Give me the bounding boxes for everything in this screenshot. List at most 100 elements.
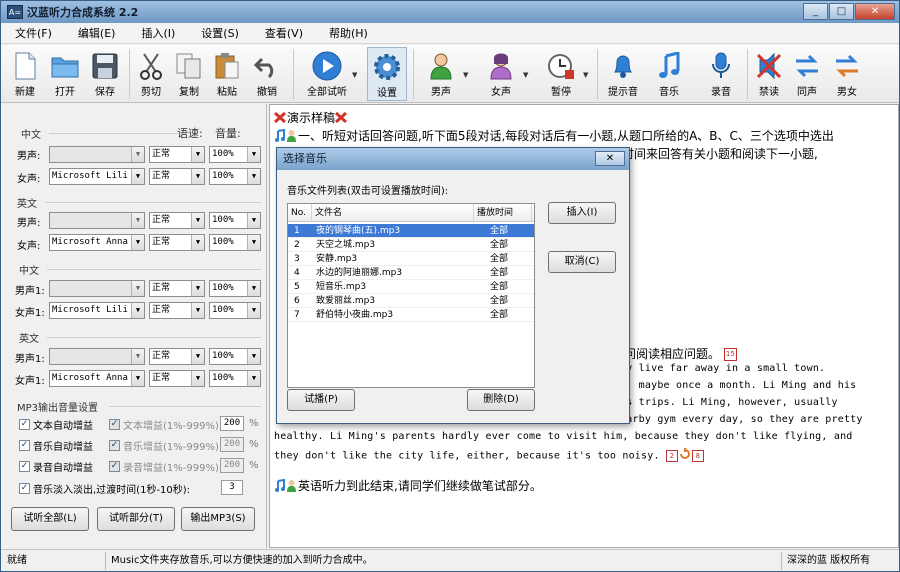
voice-select[interactable]: Microsoft Lili ▼ [49,168,145,185]
col-name[interactable]: 文件名 [312,204,474,222]
list-item[interactable]: 6 致爱丽丝.mp3 全部 [288,294,534,308]
dialog-close-button[interactable]: ✕ [595,151,625,166]
volume-select[interactable]: 100% ▼ [209,348,261,365]
female-dropdown-arrow-icon[interactable]: ▼ [523,71,528,79]
minimize-button[interactable]: _ [803,3,828,20]
voice-select[interactable]: Microsoft Anna ▼ [49,370,145,387]
gain-checkbox[interactable]: ✓ 音乐增益(1%-999%) [109,438,219,453]
save-button[interactable]: 保存 [85,47,125,101]
voice-select[interactable]: ▼ [49,348,145,365]
speed-select[interactable]: 正常 ▼ [149,234,205,251]
pause-dropdown-arrow-icon[interactable]: ▼ [583,71,588,79]
gain-input[interactable]: 200 [220,458,244,473]
speed-select[interactable]: 正常 ▼ [149,168,205,185]
voice-select[interactable]: ▼ [49,280,145,297]
maximize-button[interactable]: □ [829,3,854,20]
checkmark-icon: ✓ [109,461,120,472]
auto-gain-checkbox[interactable]: ✓ 文本自动增益 [19,417,93,432]
gain-checkbox[interactable]: ✓ 录音增益(1%-999%) [109,459,219,474]
list-item[interactable]: 4 水边的阿迪丽娜.mp3 全部 [288,266,534,280]
speed-select[interactable]: 正常 ▼ [149,280,205,297]
list-item[interactable]: 1 夜的钢琴曲(五).mp3 全部 [288,224,534,238]
fade-time-input[interactable]: 3 [221,480,243,495]
volume-select[interactable]: 100% ▼ [209,234,261,251]
list-item[interactable]: 2 天空之城.mp3 全部 [288,238,534,252]
preview-all-button[interactable]: 全部试听 [303,47,351,101]
insert-button[interactable]: 插入(I) [548,202,616,224]
chevron-down-icon: ▼ [247,147,260,162]
paste-button[interactable]: 粘贴 [207,47,247,101]
menu-help[interactable]: 帮助(H) [315,25,380,41]
music-file-list[interactable]: No. 文件名 播放时间 1 夜的钢琴曲(五).mp3 全部 2 天空之城.mp3 全部… [287,203,535,388]
fade-checkbox[interactable]: ✓ 音乐淡入淡出,过渡时间(1秒-10秒): [19,481,190,496]
auto-gain-checkbox[interactable]: ✓ 录音自动增益 [19,459,93,474]
volume-select[interactable]: 100% ▼ [209,302,261,319]
male-voice-button[interactable]: 男声 [421,47,461,101]
voice-row-label: 女声: [17,174,41,185]
delete-button[interactable]: 删除(D) [467,389,535,411]
cancel-button[interactable]: 取消(C) [548,251,616,273]
menu-settings[interactable]: 设置(S) [187,25,251,41]
menu-insert[interactable]: 插入(I) [127,25,187,41]
gain-input[interactable]: 200 [220,437,244,452]
gain-checkbox[interactable]: ✓ 文本增益(1%-999%) [109,417,219,432]
open-button[interactable]: 打开 [45,47,85,101]
record-label: 录音 [711,87,731,98]
copy-button[interactable]: 复制 [169,47,209,101]
col-time[interactable]: 播放时间 [474,204,532,222]
speed-select[interactable]: 正常 ▼ [149,348,205,365]
demo-title: 演示样稿 [287,111,336,125]
music-note-icon [654,51,684,81]
beep-button[interactable]: 提示音 [603,47,643,101]
gain-input[interactable]: 200 [220,416,244,431]
auto-gain-checkbox[interactable]: ✓ 音乐自动增益 [19,438,93,453]
menu-edit[interactable]: 编辑(E) [64,25,128,41]
volume-select[interactable]: 100% ▼ [209,280,261,297]
col-no[interactable]: No. [288,204,312,222]
volume-select[interactable]: 100% ▼ [209,146,261,163]
undo-button[interactable]: 撤销 [247,47,287,101]
menu-file[interactable]: 文件(F) [1,25,64,41]
voice-select[interactable]: ▼ [49,146,145,163]
speed-select[interactable]: 正常 ▼ [149,370,205,387]
voice-select[interactable]: ▼ [49,212,145,229]
settings-label: 设置 [377,88,397,99]
new-button[interactable]: 新建 [5,47,45,101]
preview-dropdown-arrow-icon[interactable]: ▼ [352,71,357,79]
checkmark-icon: ✓ [19,461,30,472]
chevron-down-icon: ▼ [131,169,144,184]
female-voice-button[interactable]: 女声 [481,47,521,101]
male-female-button[interactable]: 男女 [827,47,867,101]
voice-select[interactable]: Microsoft Anna ▼ [49,234,145,251]
record-button[interactable]: 录音 [701,47,741,101]
title-bar[interactable]: A= 汉蓝听力合成系统 2.2 _ □ ✕ [1,1,899,23]
dialog-title-bar[interactable]: 选择音乐 [277,148,629,170]
scissors-icon [136,51,166,81]
cut-label: 剪切 [141,87,161,98]
settings-button[interactable]: 设置 [367,47,407,101]
mute-button[interactable]: 禁读 [749,47,789,101]
list-item[interactable]: 3 安静.mp3 全部 [288,252,534,266]
music-button[interactable]: 音乐 [649,47,689,101]
speed-select[interactable]: 正常 ▼ [149,212,205,229]
listen-part-button[interactable]: 试听部分(T) [97,507,175,531]
close-button[interactable]: ✕ [855,3,895,20]
menu-view[interactable]: 查看(V) [251,25,315,41]
cut-button[interactable]: 剪切 [131,47,171,101]
undo-label: 撤销 [257,87,277,98]
list-item[interactable]: 7 舒伯特小夜曲.mp3 全部 [288,308,534,322]
volume-select[interactable]: 100% ▼ [209,168,261,185]
volume-select[interactable]: 100% ▼ [209,370,261,387]
volume-select[interactable]: 100% ▼ [209,212,261,229]
speed-select[interactable]: 正常 ▼ [149,302,205,319]
voice-row-label: 女声: [17,241,41,252]
same-voice-button[interactable]: 同声 [787,47,827,101]
pause-button[interactable]: 暂停 [541,47,581,101]
voice-select[interactable]: Microsoft Lili ▼ [49,302,145,319]
export-mp3-button[interactable]: 输出MP3(S) [181,507,255,531]
preview-button[interactable]: 试播(P) [287,389,355,411]
male-dropdown-arrow-icon[interactable]: ▼ [463,71,468,79]
list-item[interactable]: 5 短音乐.mp3 全部 [288,280,534,294]
listen-all-button[interactable]: 试听全部(L) [11,507,89,531]
speed-select[interactable]: 正常 ▼ [149,146,205,163]
